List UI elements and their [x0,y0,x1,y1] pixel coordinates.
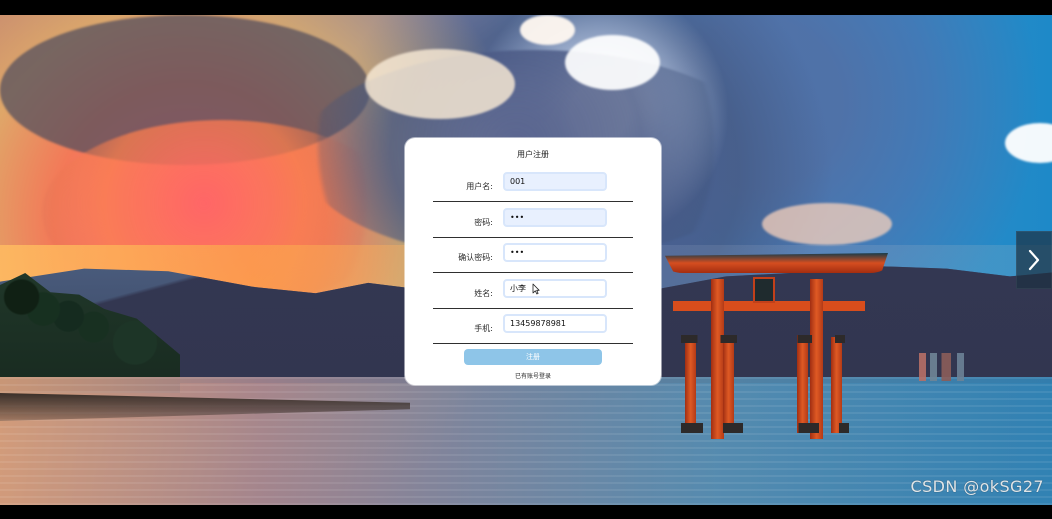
name-input[interactable] [503,279,607,298]
cloud [520,15,575,45]
background-scene: 用户注册 用户名: 密码: 确认密码: 姓名: 手机: 注册 已有账号登录 CS… [0,15,1052,505]
username-label: 用户名: [466,182,493,191]
sea-water [0,377,1052,505]
field-divider [433,343,633,344]
cloud [565,35,660,90]
username-input[interactable] [503,172,607,191]
watermark: CSDN @okSG27 [910,477,1044,496]
field-divider [433,201,633,202]
register-card: 用户注册 用户名: 密码: 确认密码: 姓名: 手机: 注册 已有账号登录 [405,138,661,385]
phone-input[interactable] [503,314,607,333]
field-divider [433,272,633,273]
register-button[interactable]: 注册 [464,349,602,365]
name-label: 姓名: [474,289,493,298]
phone-label: 手机: [474,324,493,333]
login-link[interactable]: 已有账号登录 [405,371,661,380]
confirm-password-input[interactable] [503,243,607,262]
cloud [1005,123,1052,163]
confirm-password-label: 确认密码: [458,253,493,262]
field-divider [433,237,633,238]
chevron-right-icon [1028,249,1040,271]
distant-buildings [912,353,1052,381]
mouse-pointer-icon [532,283,540,295]
card-title: 用户注册 [517,150,549,159]
next-slide-button[interactable] [1016,231,1052,289]
field-divider [433,308,633,309]
cloud [365,49,515,119]
password-input[interactable] [503,208,607,227]
cloud [762,203,892,245]
password-label: 密码: [474,218,493,227]
